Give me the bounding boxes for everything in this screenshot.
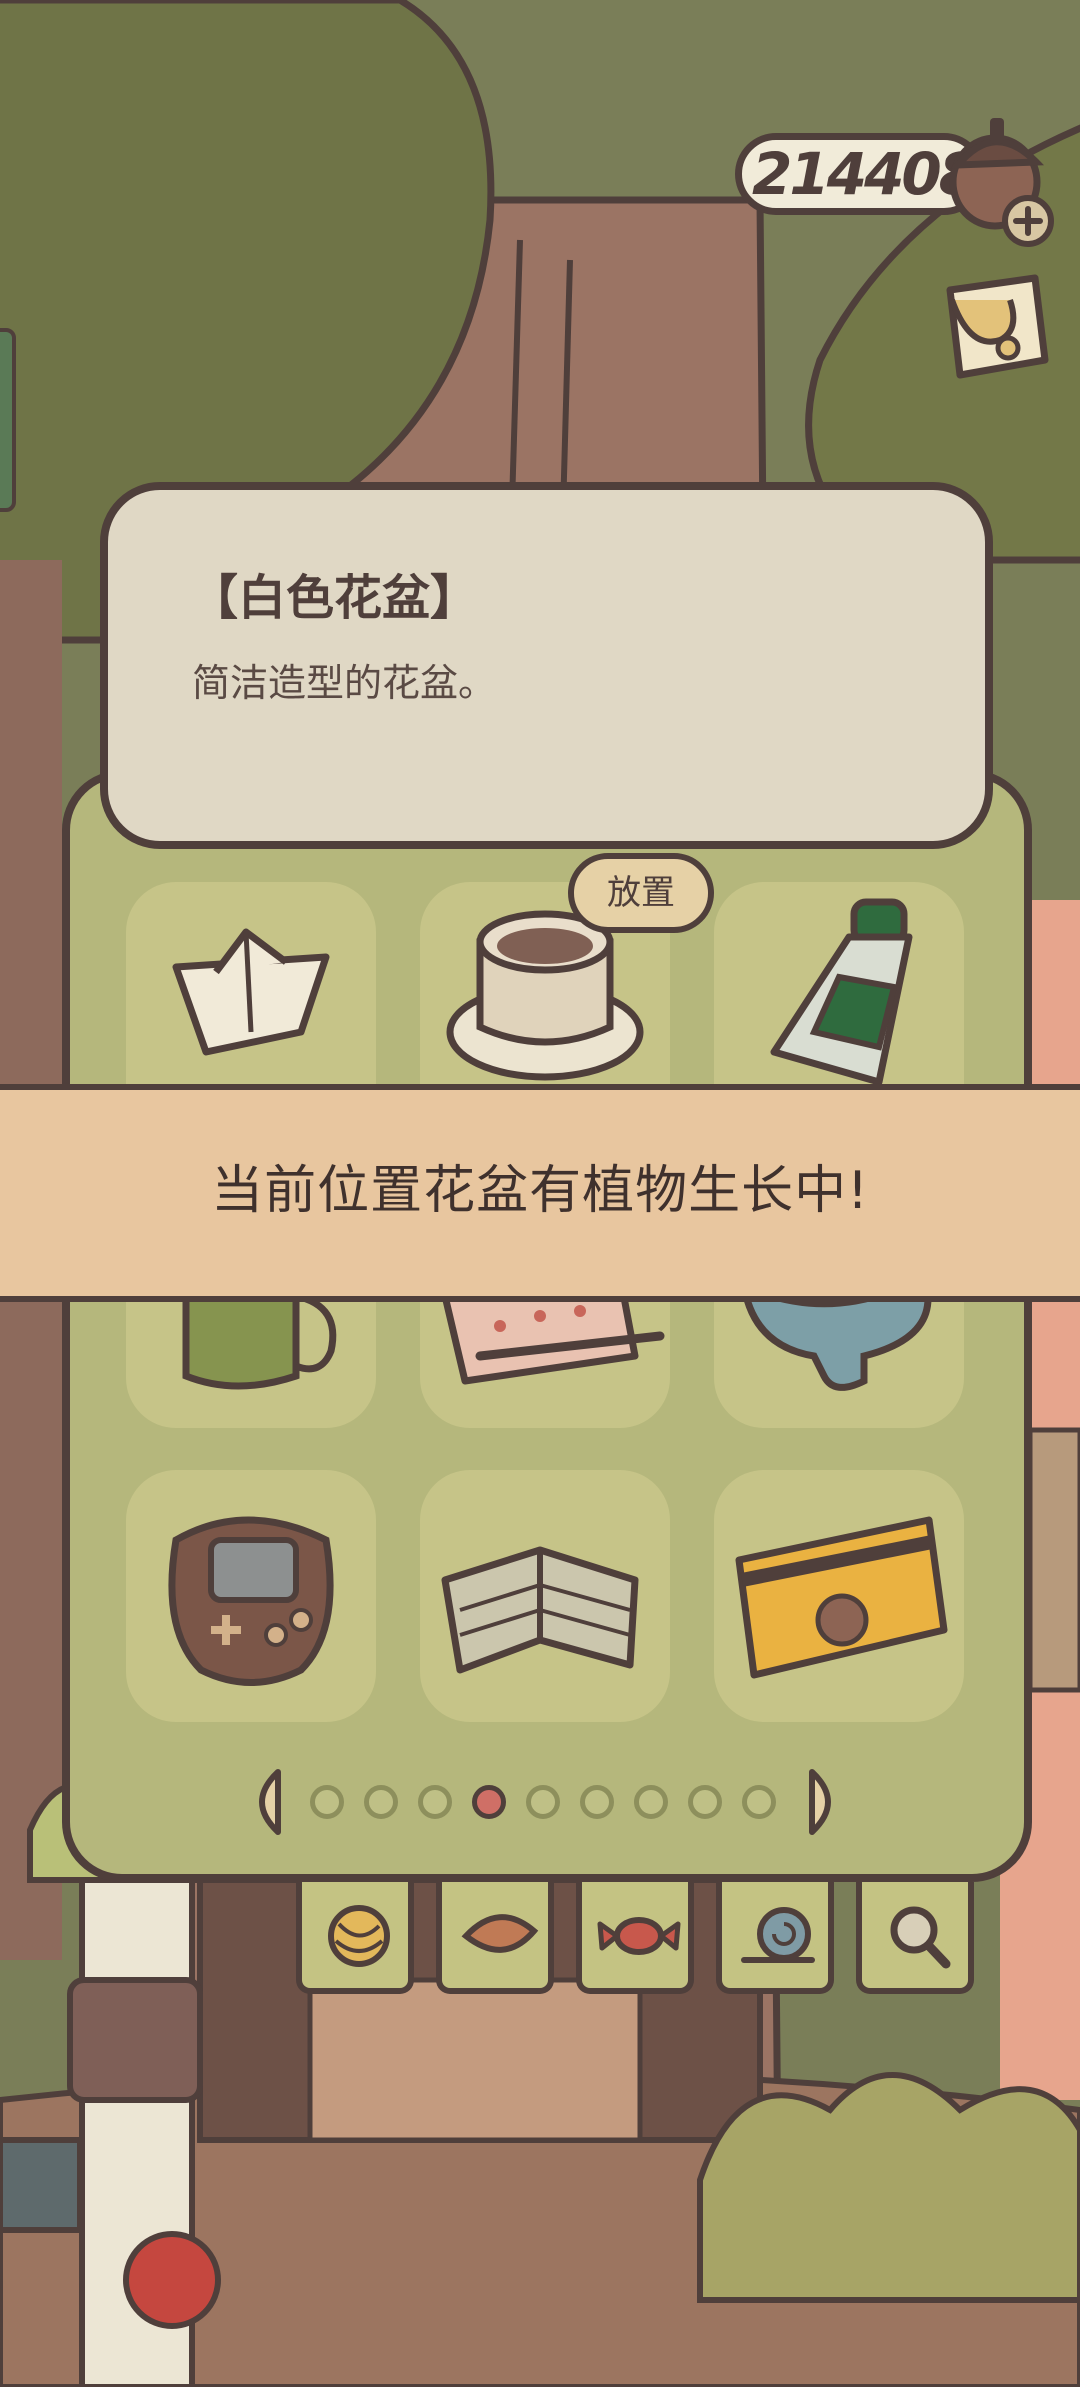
magnifier-icon <box>890 1906 951 1969</box>
cookie-book-icon <box>441 1546 639 1674</box>
page-dot-7[interactable] <box>634 1785 668 1819</box>
tab-snail[interactable] <box>716 1882 834 1994</box>
currency-amount: 214408 <box>752 140 979 208</box>
previous-page-arrow-icon[interactable] <box>242 1766 286 1838</box>
item-description: 简洁造型的花盆。 <box>192 661 497 705</box>
yarn-ball-icon <box>328 1905 390 1967</box>
acorn-card-icon <box>735 1516 948 1679</box>
page-dot-6[interactable] <box>580 1785 614 1819</box>
leaf-dish-icon <box>461 1914 539 1953</box>
handheld-game-icon <box>168 1516 334 1686</box>
page-dot-8[interactable] <box>688 1785 722 1819</box>
snail-icon <box>741 1907 815 1963</box>
next-page-arrow-icon[interactable] <box>804 1766 848 1838</box>
inventory-slot-acorn-card[interactable] <box>714 1470 964 1722</box>
place-button[interactable]: 放置 <box>568 853 714 933</box>
candy-icon <box>597 1917 681 1955</box>
pagination <box>242 1766 854 1838</box>
page-dot-1[interactable] <box>310 1785 344 1819</box>
inventory-slot-cookie-book[interactable] <box>420 1470 670 1722</box>
plus-icon[interactable] <box>1000 193 1056 249</box>
tab-candy[interactable] <box>576 1882 694 1994</box>
page-dot-9[interactable] <box>742 1785 776 1819</box>
page-dot-4-active[interactable] <box>472 1785 506 1819</box>
page-dot-2[interactable] <box>364 1785 398 1819</box>
page-dot-5[interactable] <box>526 1785 560 1819</box>
toast-message: 当前位置花盆有植物生长中! <box>211 1161 869 1221</box>
letter-icon[interactable] <box>930 270 1055 390</box>
tab-leaf[interactable] <box>436 1882 554 1994</box>
inventory-slot-handheld-game[interactable] <box>126 1470 376 1722</box>
item-title: 【白色花盆】 <box>190 570 479 626</box>
page-dot-3[interactable] <box>418 1785 452 1819</box>
tab-search[interactable] <box>856 1882 974 1994</box>
tab-yarn[interactable] <box>296 1882 414 1994</box>
